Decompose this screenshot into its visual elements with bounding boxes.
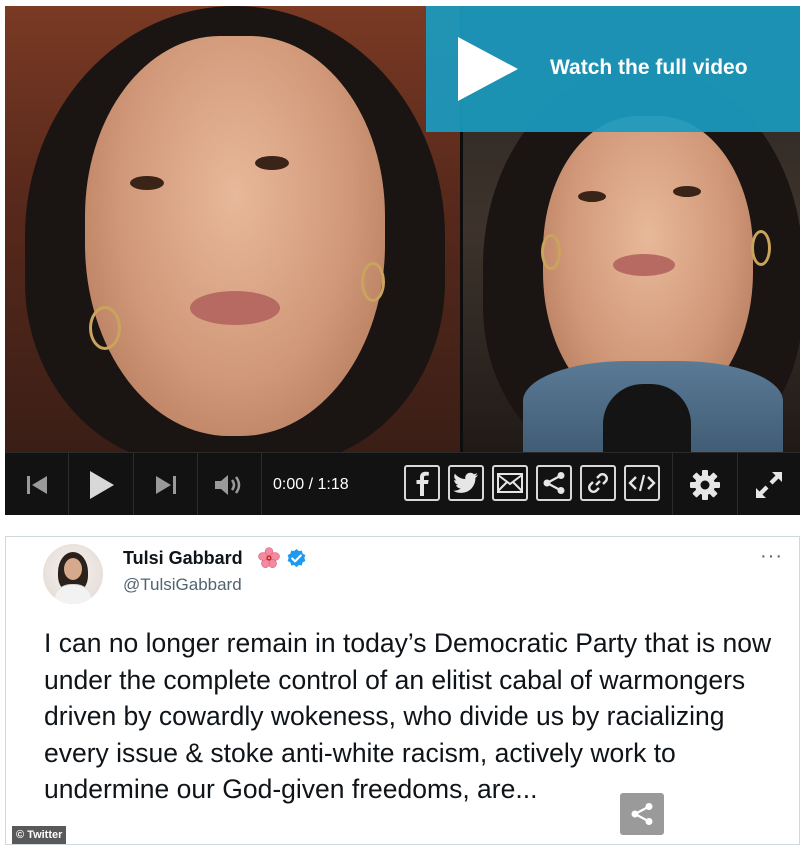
avatar-face-shape [64,558,82,580]
earring-shape [361,262,385,302]
skip-back-button[interactable] [5,453,69,515]
email-share-button[interactable] [492,465,528,501]
microphone-shape [603,384,691,452]
lips-shape [190,291,280,325]
verified-badge-icon [287,548,306,568]
hibiscus-flower-icon [258,547,280,568]
image-credit: © Twitter [12,826,67,844]
play-icon [458,37,518,101]
copy-link-button[interactable] [580,465,616,501]
embed-icon [628,474,656,492]
facebook-share-button[interactable] [404,465,440,501]
avatar-body-shape [55,584,91,604]
eye-shape [673,186,701,197]
tweet-text: I can no longer remain in today’s Democr… [44,628,772,804]
skip-forward-button[interactable] [134,453,198,515]
video-frame-left [5,6,460,452]
twitter-share-button[interactable] [448,465,484,501]
time-display: 0:00 / 1:18 [273,476,349,493]
earring-shape [541,234,561,270]
eye-shape [255,156,289,170]
fullscreen-icon [755,471,782,498]
link-icon [588,473,608,493]
earring-shape [89,306,121,350]
eye-shape [130,176,164,190]
embed-button[interactable] [624,465,660,501]
share-button[interactable] [536,465,572,501]
face-shape [85,36,385,436]
skip-back-icon [26,475,47,494]
tweet-author-name[interactable]: Tulsi Gabbard [123,548,243,569]
facebook-icon [416,471,429,496]
volume-button[interactable] [198,453,262,515]
more-options-icon[interactable]: ··· [760,546,783,566]
eye-shape [578,191,606,202]
lips-shape [613,254,675,276]
play-button[interactable] [69,453,134,515]
video-player[interactable]: Watch the full video 0:00 / 1:18 [5,6,800,515]
tweet-embed[interactable]: Tulsi Gabbard @TulsiGabbard ··· I can no… [5,536,800,845]
fullscreen-button[interactable] [737,453,800,515]
tweet-author-handle[interactable]: @TulsiGabbard [123,575,242,595]
watch-full-video-button[interactable]: Watch the full video [426,6,800,132]
email-icon [497,473,523,493]
avatar[interactable] [43,544,103,604]
video-controls: 0:00 / 1:18 [5,452,800,515]
watch-full-video-label: Watch the full video [550,56,748,79]
share-icon [631,803,653,825]
gear-icon [690,469,720,500]
play-icon [90,470,114,499]
volume-icon [214,474,240,495]
skip-forward-icon [155,475,176,494]
twitter-icon [453,472,478,493]
earring-shape [751,230,771,266]
share-image-button[interactable] [620,793,664,835]
settings-button[interactable] [672,453,738,515]
share-icon [543,472,565,494]
